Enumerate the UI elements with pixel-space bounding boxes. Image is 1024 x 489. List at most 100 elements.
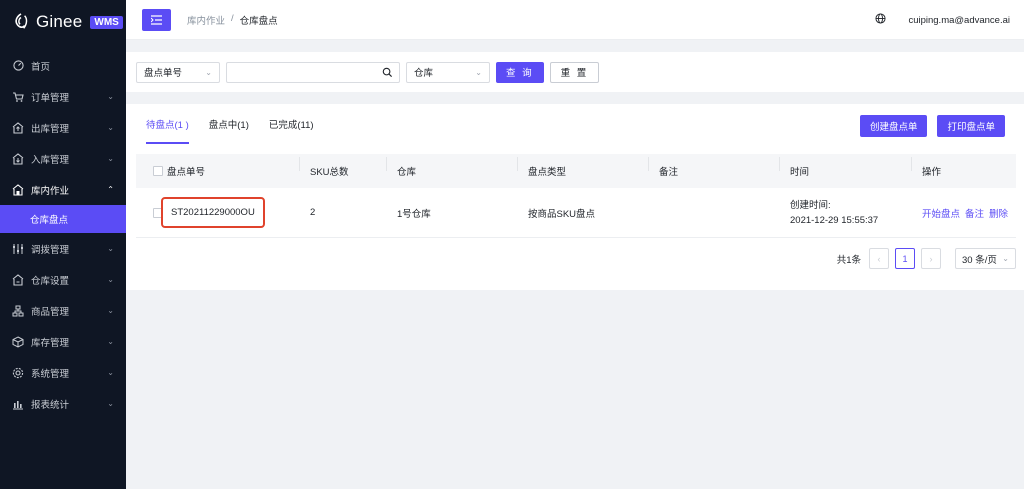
sidebar-item-products[interactable]: 商品管理 ⌄	[0, 295, 126, 326]
chevron-down-icon: ⌄	[107, 368, 114, 377]
query-button[interactable]: 查 询	[496, 61, 544, 83]
warehouse-settings-icon	[12, 273, 24, 286]
dashboard-icon	[12, 60, 24, 72]
row-sku: 2	[310, 207, 316, 218]
chevron-up-icon: ⌃	[107, 185, 114, 194]
row-time: 创建时间: 2021-12-29 15:55:37	[779, 198, 911, 228]
header-note: 备注	[648, 157, 779, 178]
menu-fold-icon	[151, 14, 162, 25]
menu-toggle-button[interactable]	[142, 8, 171, 31]
total-count: 共1条	[836, 254, 861, 266]
breadcrumb-parent[interactable]: 库内作业	[187, 13, 225, 27]
reset-button[interactable]: 重 置	[549, 61, 600, 83]
chevron-down-icon: ⌄	[107, 399, 114, 408]
product-icon	[12, 305, 24, 317]
breadcrumb-current: 仓库盘点	[239, 15, 278, 27]
breadcrumb: 库内作业 / 仓库盘点	[187, 13, 278, 27]
sidebar: Ginee WMS 首页 订单管理 ⌄ 出库管理 ⌄ 入库管理 ⌄ 库内作业 ⌃	[0, 0, 126, 489]
sidebar-item-label: 调拨管理	[31, 244, 70, 256]
chevron-down-icon: ⌄	[107, 275, 114, 284]
inbound-icon	[12, 152, 24, 165]
row-warehouse: 1号仓库	[397, 208, 431, 220]
sidebar-item-label: 商品管理	[31, 306, 70, 318]
status-tabs: 待盘点(1 ) 盘点中(1) 已完成(11)	[146, 104, 314, 144]
sidebar-item-warehouse-settings[interactable]: 仓库设置 ⌄	[0, 264, 126, 295]
select-all-cell	[136, 166, 163, 176]
chevron-down-icon: ⌄	[107, 337, 114, 346]
top-header: 库内作业 / 仓库盘点 cuiping.ma@advance.ai	[126, 0, 1024, 40]
transfer-icon	[12, 243, 24, 255]
next-page-button[interactable]: ›	[921, 248, 941, 269]
row-select-cell	[136, 207, 163, 218]
tab-completed[interactable]: 已完成(11)	[269, 104, 314, 144]
header-time: 时间	[779, 157, 911, 178]
sidebar-item-system[interactable]: 系统管理 ⌄	[0, 357, 126, 388]
field-select-value: 盘点单号	[144, 68, 183, 79]
sidebar-item-label: 报表统计	[31, 399, 70, 411]
warehouse-select-value: 仓库	[414, 68, 434, 79]
header-type: 盘点类型	[517, 157, 648, 178]
breadcrumb-separator: /	[231, 12, 234, 24]
sidebar-item-reports[interactable]: 报表统计 ⌄	[0, 388, 126, 419]
sidebar-item-home[interactable]: 首页	[0, 50, 126, 81]
note-link[interactable]: 备注	[965, 206, 984, 220]
sidebar-item-label: 系统管理	[31, 368, 70, 380]
brand-name: Ginee	[36, 12, 83, 31]
delete-link[interactable]: 删除	[989, 206, 1008, 220]
chevron-left-icon: ‹	[877, 253, 881, 264]
table-header: 盘点单号 SKU总数 仓库 盘点类型 备注 时间 操作	[136, 154, 1016, 188]
header-op: 操作	[911, 157, 1016, 178]
user-email[interactable]: cuiping.ma@advance.ai	[908, 15, 1010, 26]
sidebar-item-warehouse-ops[interactable]: 库内作业 ⌃	[0, 174, 126, 205]
gear-icon	[12, 367, 24, 379]
row-time-label: 创建时间:	[790, 199, 831, 211]
chevron-right-icon: ›	[929, 253, 933, 264]
sidebar-item-label: 仓库设置	[31, 275, 70, 287]
page-size-select[interactable]: 30 条/页 ⌄	[955, 248, 1016, 269]
brand-badge: WMS	[90, 15, 123, 29]
ginee-logo-icon	[15, 13, 28, 29]
chevron-down-icon: ⌄	[205, 67, 212, 77]
chevron-down-icon: ⌄	[107, 92, 114, 101]
sidebar-subitem-stocktake[interactable]: 仓库盘点	[0, 205, 126, 233]
inventory-icon	[12, 335, 24, 348]
outbound-icon	[12, 121, 24, 134]
stocktake-table: 盘点单号 SKU总数 仓库 盘点类型 备注 时间 操作 ST2021122900…	[136, 154, 1016, 238]
sidebar-item-label: 订单管理	[31, 92, 70, 104]
chevron-down-icon: ⌄	[107, 123, 114, 132]
chevron-down-icon: ⌄	[107, 154, 114, 163]
page-1-button[interactable]: 1	[895, 248, 915, 269]
sidebar-item-inbound[interactable]: 入库管理 ⌄	[0, 143, 126, 174]
table-row: ST20211229000OU 2 1号仓库 按商品SKU盘点 创建时间: 20…	[136, 188, 1016, 238]
tab-pending[interactable]: 待盘点(1 )	[146, 104, 189, 144]
warehouse-select[interactable]: 仓库 ⌄	[406, 61, 490, 83]
search-icon[interactable]	[382, 67, 393, 81]
content-card: 待盘点(1 ) 盘点中(1) 已完成(11) 创建盘点单 打印盘点单 盘点单号 …	[126, 104, 1024, 290]
sidebar-item-transfer[interactable]: 调拨管理 ⌄	[0, 233, 126, 264]
field-select[interactable]: 盘点单号 ⌄	[136, 61, 220, 83]
filter-bar: 盘点单号 ⌄ 仓库 ⌄ 查 询 重 置	[126, 52, 1024, 92]
page-size-value: 30 条/页	[962, 254, 997, 266]
row-type: 按商品SKU盘点	[528, 208, 596, 220]
sidebar-item-inventory[interactable]: 库存管理 ⌄	[0, 326, 126, 357]
header-right: cuiping.ma@advance.ai	[875, 0, 1010, 40]
pagination: 共1条 ‹ 1 › 30 条/页 ⌄	[837, 248, 1016, 269]
sidebar-item-orders[interactable]: 订单管理 ⌄	[0, 81, 126, 112]
prev-page-button[interactable]: ‹	[869, 248, 889, 269]
header-no: 盘点单号	[167, 167, 206, 178]
print-stocktake-button[interactable]: 打印盘点单	[937, 115, 1005, 137]
sidebar-item-label: 首页	[31, 61, 51, 73]
header-warehouse: 仓库	[386, 157, 517, 178]
chevron-down-icon: ⌄	[107, 306, 114, 315]
row-time-value: 2021-12-29 15:55:37	[790, 214, 879, 226]
create-stocktake-button[interactable]: 创建盘点单	[859, 115, 928, 137]
search-input[interactable]	[226, 61, 400, 83]
globe-icon[interactable]	[875, 13, 886, 27]
sidebar-item-label: 出库管理	[31, 123, 70, 135]
sidebar-item-outbound[interactable]: 出库管理 ⌄	[0, 112, 126, 143]
tab-in-progress[interactable]: 盘点中(1)	[209, 104, 249, 144]
brand-logo[interactable]: Ginee WMS	[0, 0, 126, 44]
stocktake-number[interactable]: ST20211229000OU	[161, 197, 265, 228]
tab-actions: 创建盘点单 打印盘点单	[859, 115, 1005, 137]
start-stocktake-link[interactable]: 开始盘点	[922, 206, 960, 220]
